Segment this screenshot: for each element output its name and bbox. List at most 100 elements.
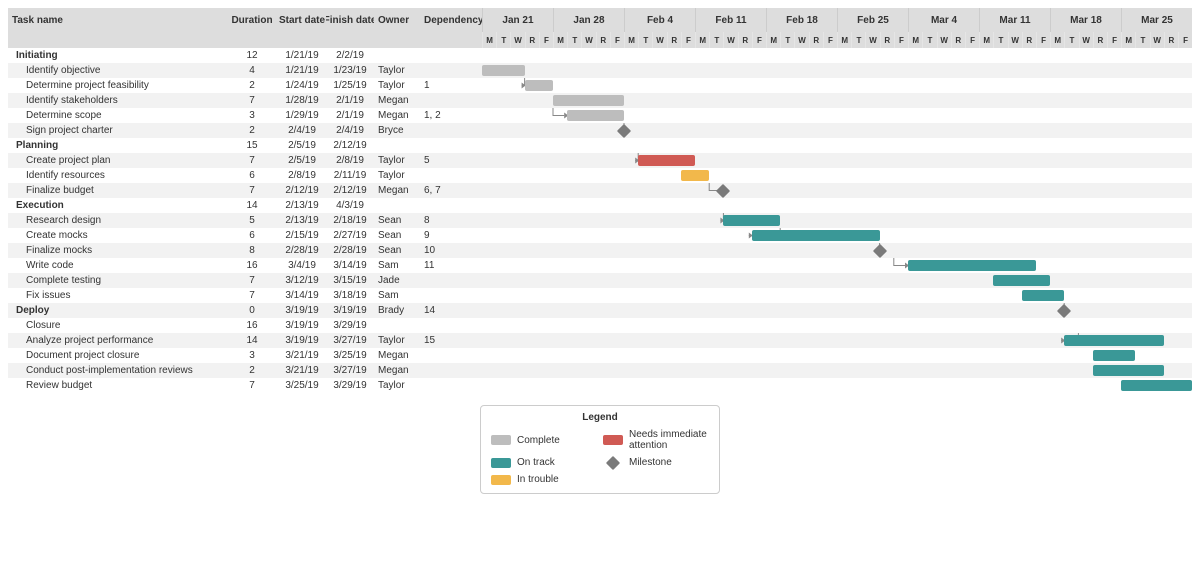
milestone-marker[interactable] [716, 183, 730, 197]
day-col: W [723, 32, 737, 48]
timeline-cell [482, 363, 1192, 378]
gantt-bar[interactable] [1022, 290, 1065, 301]
task-name-cell: Create mocks [8, 228, 226, 243]
swatch-milestone [606, 455, 620, 469]
legend-trouble: In trouble [491, 474, 597, 485]
gantt-bar[interactable] [567, 110, 624, 121]
gantt-bar[interactable] [1093, 365, 1164, 376]
start-cell: 2/13/19 [278, 213, 326, 228]
gantt-bar[interactable] [1121, 380, 1192, 391]
finish-cell: 3/15/19 [326, 273, 374, 288]
finish-cell: 3/29/19 [326, 378, 374, 393]
day-col: F [965, 32, 979, 48]
gantt-bar[interactable] [723, 215, 780, 226]
gantt-bar[interactable] [525, 80, 553, 91]
milestone-marker[interactable] [617, 123, 631, 137]
gantt-bar[interactable] [681, 170, 709, 181]
duration-cell: 6 [226, 228, 278, 243]
gantt-bar[interactable] [1093, 350, 1136, 361]
duration-cell: 6 [226, 168, 278, 183]
finish-cell: 3/25/19 [326, 348, 374, 363]
day-col: F [681, 32, 695, 48]
duration-cell: 3 [226, 108, 278, 123]
timeline-cell [482, 168, 1192, 183]
duration-cell: 0 [226, 303, 278, 318]
duration-cell: 7 [226, 153, 278, 168]
gantt-bar[interactable] [553, 95, 624, 106]
day-col: T [780, 32, 794, 48]
gantt-bar[interactable] [908, 260, 1036, 271]
day-col: F [1036, 32, 1050, 48]
task-row: Create project plan72/5/192/8/19Taylor5 [8, 153, 1192, 168]
gantt-bar[interactable] [1064, 335, 1163, 346]
owner-cell: Bryce [374, 123, 420, 138]
duration-cell: 15 [226, 138, 278, 153]
task-row: Finalize mocks82/28/192/28/19Sean10 [8, 243, 1192, 258]
day-col: M [766, 32, 780, 48]
group-row: Initiating121/21/192/2/19 [8, 48, 1192, 63]
hdr-dur: Duration [226, 8, 278, 32]
task-row: Finalize budget72/12/192/12/19Megan6, 7 [8, 183, 1192, 198]
owner-cell: Taylor [374, 153, 420, 168]
task-name-cell: Analyze project performance [8, 333, 226, 348]
start-cell: 1/21/19 [278, 63, 326, 78]
timeline-cell [482, 198, 1192, 213]
hdr-dep: Dependency [420, 8, 482, 32]
task-row: Analyze project performance143/19/193/27… [8, 333, 1192, 348]
dependency-cell [420, 48, 482, 63]
task-row: Review budget73/25/193/29/19Taylor [8, 378, 1192, 393]
timeline-cell [482, 258, 1192, 273]
header-row-2: MTWRFMTWRFMTWRFMTWRFMTWRFMTWRFMTWRFMTWRF… [8, 32, 1192, 48]
finish-cell: 2/12/19 [326, 183, 374, 198]
task-row: Sign project charter22/4/192/4/19Bryce [8, 123, 1192, 138]
timeline-cell [482, 273, 1192, 288]
dependency-cell: 14 [420, 303, 482, 318]
owner-cell [374, 198, 420, 213]
hdr-finish: Finish date [326, 8, 374, 32]
owner-cell: Brady [374, 303, 420, 318]
day-col: R [809, 32, 823, 48]
week-col: Feb 11 [695, 8, 766, 32]
start-cell: 1/21/19 [278, 48, 326, 63]
gantt-bar[interactable] [993, 275, 1050, 286]
timeline-cell [482, 108, 1192, 123]
dependency-cell [420, 198, 482, 213]
dependency-cell: 1, 2 [420, 108, 482, 123]
gantt-bar[interactable] [752, 230, 880, 241]
day-col: T [709, 32, 723, 48]
duration-cell: 5 [226, 213, 278, 228]
dependency-cell [420, 273, 482, 288]
duration-cell: 2 [226, 123, 278, 138]
dependency-cell: 1 [420, 78, 482, 93]
task-name-cell: Determine project feasibility [8, 78, 226, 93]
legend-title: Legend [491, 412, 709, 423]
day-col: R [596, 32, 610, 48]
dependency-cell: 5 [420, 153, 482, 168]
day-col: M [837, 32, 851, 48]
start-cell: 3/4/19 [278, 258, 326, 273]
day-col: F [610, 32, 624, 48]
day-col: M [482, 32, 496, 48]
milestone-marker[interactable] [873, 243, 887, 257]
timeline-cell [482, 213, 1192, 228]
timeline-cell [482, 138, 1192, 153]
owner-cell: Sam [374, 288, 420, 303]
task-name-cell: Sign project charter [8, 123, 226, 138]
day-col: M [908, 32, 922, 48]
day-col: M [979, 32, 993, 48]
finish-cell: 2/18/19 [326, 213, 374, 228]
finish-cell: 2/11/19 [326, 168, 374, 183]
task-row: Write code163/4/193/14/19Sam11 [8, 258, 1192, 273]
gantt-chart: Task name Duration Start date Finish dat… [8, 8, 1192, 393]
duration-cell: 12 [226, 48, 278, 63]
duration-cell: 7 [226, 288, 278, 303]
start-cell: 2/4/19 [278, 123, 326, 138]
finish-cell: 2/27/19 [326, 228, 374, 243]
gantt-bar[interactable] [638, 155, 695, 166]
group-row: Execution142/13/194/3/19 [8, 198, 1192, 213]
day-col: R [1022, 32, 1036, 48]
milestone-marker[interactable] [1057, 303, 1071, 317]
gantt-bar[interactable] [482, 65, 525, 76]
start-cell: 2/28/19 [278, 243, 326, 258]
task-name-cell: Document project closure [8, 348, 226, 363]
